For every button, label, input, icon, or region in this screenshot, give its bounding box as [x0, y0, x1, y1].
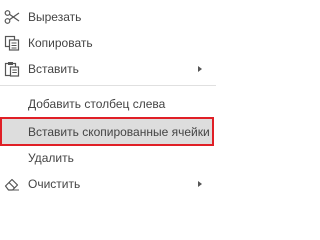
menu-item-delete[interactable]: Удалить	[0, 145, 216, 170]
menu-item-insert-copied-cells[interactable]: Вставить скопированные ячейки	[0, 119, 216, 144]
chevron-right-icon	[198, 180, 202, 187]
menu-item-copy[interactable]: Копировать	[0, 30, 216, 55]
menu-item-label: Удалить	[28, 150, 74, 165]
context-menu: Вырезать Копировать Вставить Добавить ст…	[0, 0, 216, 202]
menu-item-paste[interactable]: Вставить	[0, 56, 216, 81]
menu-separator	[0, 85, 216, 86]
chevron-right-icon	[198, 65, 202, 72]
menu-item-label: Вставить	[28, 61, 79, 76]
menu-item-label: Вставить скопированные ячейки	[28, 124, 210, 139]
menu-item-clear[interactable]: Очистить	[0, 171, 216, 196]
menu-item-label: Очистить	[28, 176, 81, 191]
menu-item-cut[interactable]: Вырезать	[0, 4, 216, 29]
copy-icon	[4, 35, 20, 51]
scissors-icon	[4, 9, 20, 24]
menu-item-label: Добавить столбец слева	[28, 96, 166, 111]
menu-item-label: Копировать	[28, 35, 93, 50]
menu-item-insert-column-left[interactable]: Добавить столбец слева	[0, 91, 216, 116]
paste-icon	[4, 61, 20, 77]
eraser-icon	[4, 178, 19, 191]
menu-item-label: Вырезать	[28, 9, 82, 24]
